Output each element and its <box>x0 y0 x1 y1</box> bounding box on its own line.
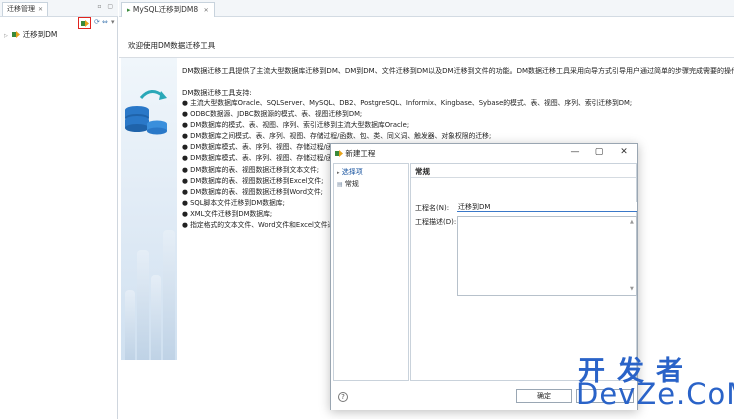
new-project-icon <box>81 20 89 27</box>
project-description-field[interactable] <box>457 216 637 296</box>
arrow-icon: ▸ <box>337 170 340 176</box>
dialog-titlebar[interactable]: 新建工程 — ▢ ✕ <box>331 144 637 162</box>
welcome-title: 欢迎使用DM数据迁移工具 <box>128 41 216 50</box>
tab-mysql-to-dm8[interactable]: ▸ MySQL迁移到DM8 ✕ <box>121 2 215 17</box>
page-icon: ▤ <box>337 181 343 188</box>
minimize-button[interactable]: — <box>565 146 585 159</box>
decorative-building <box>163 230 175 360</box>
close-icon[interactable]: ✕ <box>38 6 43 13</box>
close-icon[interactable]: ✕ <box>204 7 209 14</box>
tab-label: 迁移管理 <box>7 5 35 13</box>
feature-item: ● DM数据库的模式、表、视图、序列、索引迁移到主流大型数据库Oracle; <box>182 121 410 130</box>
scroll-up-icon[interactable]: ▲ <box>630 219 634 225</box>
dialog-title-text: 新建工程 <box>345 149 376 158</box>
maximize-button[interactable]: ▢ <box>589 146 609 159</box>
scroll-down-icon[interactable]: ▼ <box>630 286 634 292</box>
nav-item-label: 常规 <box>344 180 359 188</box>
dialog-app-icon <box>335 150 343 157</box>
decorative-database-image <box>121 58 177 360</box>
dialog-title: 新建工程 <box>335 148 375 159</box>
collapse-icon[interactable]: ⇔ <box>102 18 108 26</box>
intro-text: DM数据迁移工具提供了主流大型数据库迁移到DM、DM到DM、文件迁移到DM以及D… <box>182 67 734 75</box>
navigator-tabbar: 迁移管理 ✕ ▫ ▢ <box>0 0 118 17</box>
decorative-building <box>151 275 161 360</box>
nav-item-options[interactable]: ▸ 选择项 <box>337 167 363 177</box>
nav-item-general[interactable]: ▤ 常规 <box>337 179 359 189</box>
project-name-input[interactable] <box>457 202 637 212</box>
expand-arrow-icon[interactable]: ▷ <box>4 33 8 39</box>
tree-item-migrate-to-dm[interactable]: ▷ 迁移到DM <box>4 30 57 40</box>
description-scrollbar[interactable]: ▲ ▼ <box>629 217 636 294</box>
decorative-building <box>125 290 135 360</box>
dialog-nav-tree: ▸ 选择项 ▤ 常规 <box>333 163 409 381</box>
project-description-label: 工程描述(D): <box>415 218 457 226</box>
editor-tab-icon: ▸ <box>127 6 131 14</box>
help-button[interactable]: ? <box>338 392 348 402</box>
feature-item: ● ODBC数据源、JDBC数据源的模式、表、视图迁移到DM; <box>182 110 363 119</box>
feature-item: ● 主流大型数据库Oracle、SQLServer、MySQL、DB2、Post… <box>182 99 633 107</box>
tree-item-label: 迁移到DM <box>22 30 58 39</box>
watermark-en: DevZe.CoM <box>576 377 734 411</box>
ok-button[interactable]: 确定 <box>516 389 572 403</box>
new-project-button[interactable] <box>78 17 91 29</box>
navigator-toolbar: ⟳ ⇔ ▾ <box>76 17 118 30</box>
divider <box>411 177 636 178</box>
navigator-panel: 迁移管理 ✕ ▫ ▢ ⟳ ⇔ ▾ ▷ 迁移到DM <box>0 0 118 419</box>
migration-project-icon <box>12 31 21 38</box>
editor-tabbar: ▸ MySQL迁移到DM8 ✕ <box>119 0 734 17</box>
editor-tab-label: MySQL迁移到DM8 <box>132 5 199 14</box>
panel-window-buttons[interactable]: ▫ ▢ <box>97 3 115 10</box>
support-title: DM数据迁移工具支持: <box>182 89 252 97</box>
refresh-icon[interactable]: ⟳ <box>94 18 100 26</box>
project-name-label: 工程名(N): <box>415 204 450 212</box>
divider <box>119 57 734 58</box>
database-icon <box>125 90 167 135</box>
decorative-building <box>137 250 149 360</box>
feature-item: ● DM数据库之间模式、表、序列、视图、存储过程/函数、包、类、同义词、触发器、… <box>182 132 492 141</box>
nav-item-label: 选择项 <box>341 168 363 176</box>
tab-migration-management[interactable]: 迁移管理 ✕ <box>2 2 49 16</box>
page-title: 常规 <box>415 167 430 176</box>
view-menu-icon[interactable]: ▾ <box>111 18 115 26</box>
close-button[interactable]: ✕ <box>614 146 634 159</box>
